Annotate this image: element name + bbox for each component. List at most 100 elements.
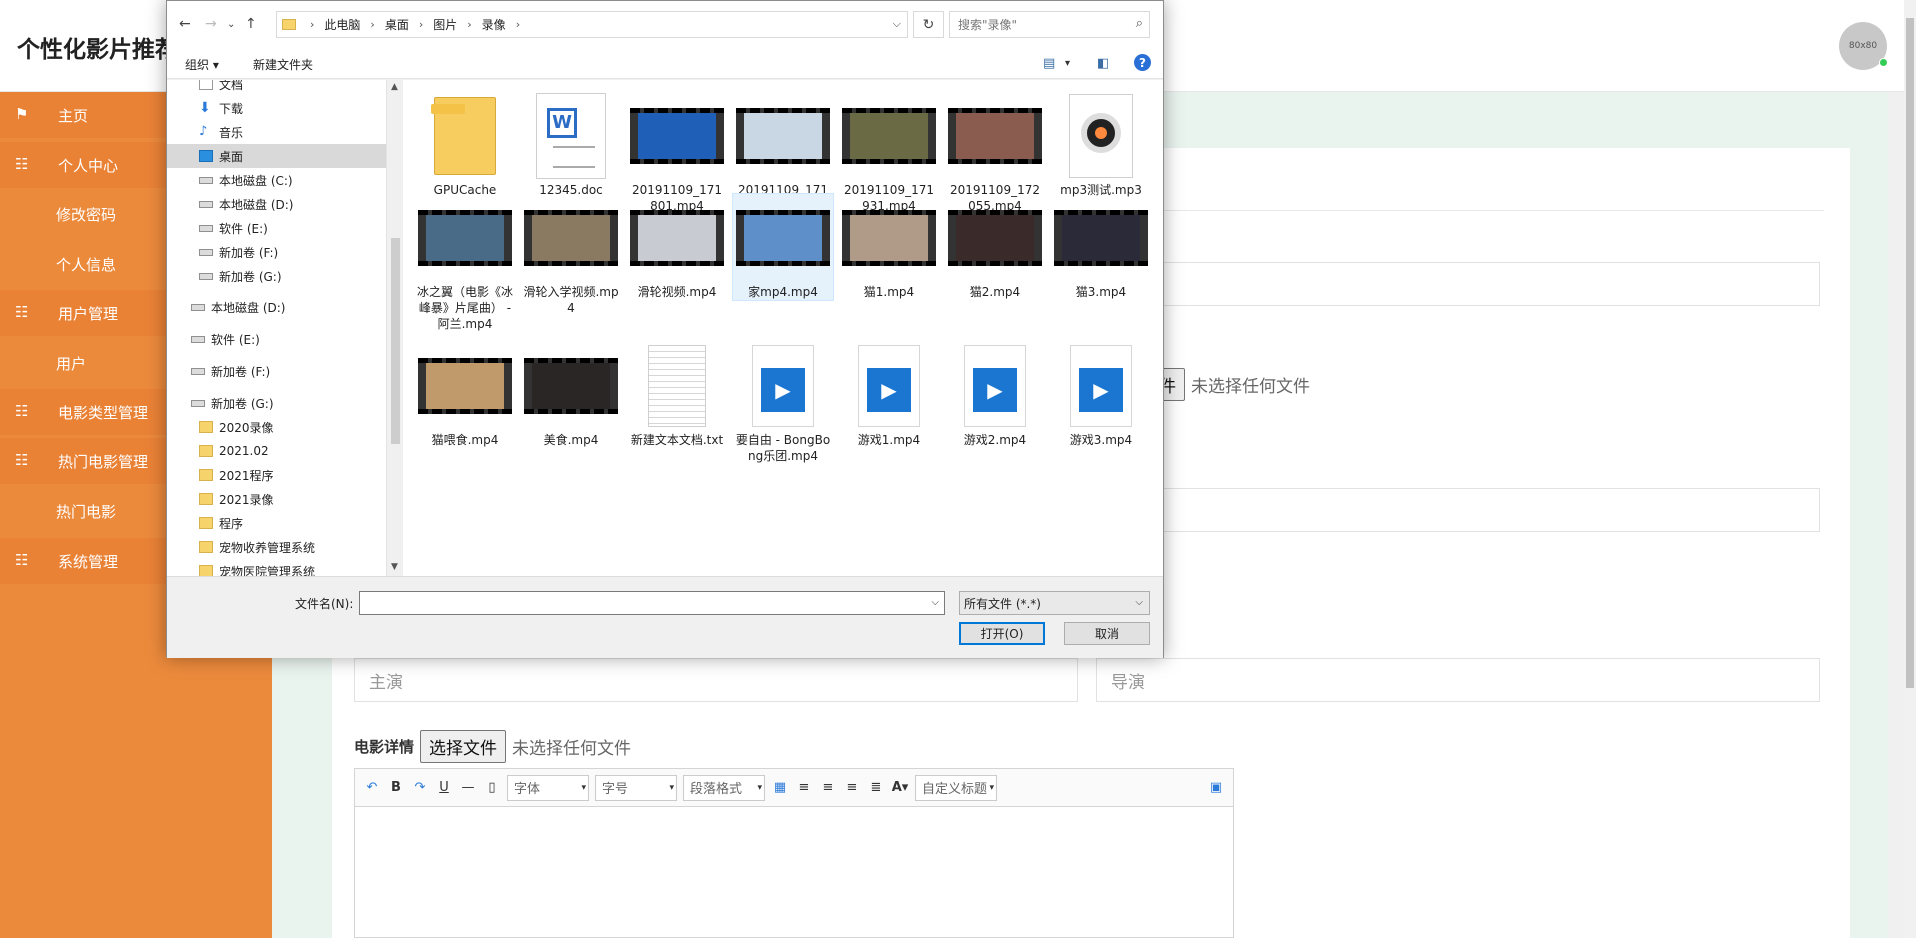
file-item[interactable]: ▶ 游戏2.mp4 — [945, 342, 1045, 448]
tree-item-drive-d-root[interactable]: 本地磁盘 (D:) — [167, 295, 386, 319]
breadcrumb-recordings[interactable]: 录像 — [482, 16, 506, 33]
tree-item-drive-f-root[interactable]: 新加卷 (F:) — [167, 359, 386, 383]
tree-item-drive-g-root[interactable]: 新加卷 (G:) — [167, 391, 386, 415]
table-icon[interactable]: ▦ — [771, 778, 789, 798]
font-family-select[interactable]: 字体 ▾ — [507, 774, 589, 801]
director-input[interactable]: 导演 — [1096, 658, 1820, 702]
back-arrow-icon[interactable]: ← — [179, 16, 191, 32]
chevron-down-icon[interactable]: ⌵ — [931, 597, 939, 608]
scroll-up-icon[interactable]: ▲ — [391, 82, 398, 92]
help-button[interactable]: ? — [1134, 54, 1151, 71]
file-item[interactable]: 滑轮入学视频.mp4 — [521, 194, 621, 316]
page-icon[interactable]: ▯ — [483, 778, 501, 798]
view-options-chevron-icon[interactable]: ▾ — [1065, 58, 1070, 69]
tree-item-drive-f[interactable]: 新加卷 (F:) — [167, 240, 386, 264]
tree-item-folder[interactable]: 2020录像 — [167, 415, 386, 439]
sidebar-item-label: 修改密码 — [56, 205, 117, 224]
tree-scrollbar-thumb[interactable] — [391, 238, 400, 444]
organize-button[interactable]: 组织 ▾ — [185, 56, 219, 73]
page-scrollbar-thumb[interactable] — [1906, 18, 1914, 688]
file-type-select[interactable]: 所有文件 (*.*) ⌵ — [959, 591, 1150, 615]
file-name: 滑轮视频.mp4 — [637, 285, 717, 299]
file-item[interactable]: 猫喂食.mp4 — [415, 342, 515, 448]
tree-scrollbar[interactable]: ▲ ▼ — [386, 80, 403, 576]
tree-item-drive-e[interactable]: 软件 (E:) — [167, 216, 386, 240]
file-item[interactable]: 家mp4.mp4 — [732, 193, 834, 301]
align-center-icon[interactable]: ≡ — [843, 778, 861, 798]
tree-item-folder[interactable]: 2021录像 — [167, 487, 386, 511]
page-scrollbar[interactable] — [1904, 0, 1916, 938]
form-input-middle[interactable] — [1096, 488, 1820, 532]
bold-icon[interactable]: B — [387, 778, 405, 798]
refresh-button[interactable]: ↻ — [913, 11, 944, 38]
address-bar[interactable]: › 此电脑 › 桌面 › 图片 › 录像 › ⌵ — [276, 11, 908, 38]
file-thumbnail — [948, 92, 1042, 180]
video-thumbnail-icon — [736, 210, 830, 266]
file-item[interactable]: GPUCache — [415, 92, 515, 198]
file-item[interactable]: 猫3.mp4 — [1051, 194, 1151, 300]
tree-item-folder[interactable]: 程序 — [167, 511, 386, 535]
tree-item-drive-g[interactable]: 新加卷 (G:) — [167, 264, 386, 288]
search-input[interactable]: 搜索"录像" ⌕ — [949, 11, 1150, 38]
recent-locations-chevron-icon[interactable]: ⌄ — [227, 19, 235, 30]
align-justify-icon[interactable]: ≣ — [867, 778, 885, 798]
horizontal-rule-icon[interactable]: — — [459, 778, 477, 798]
custom-title-select-label: 自定义标题 — [922, 782, 988, 797]
file-item[interactable]: 猫2.mp4 — [945, 194, 1045, 300]
custom-title-select[interactable]: 自定义标题 ▾ — [915, 774, 997, 801]
file-thumbnail — [1054, 92, 1148, 180]
online-status-dot — [1879, 58, 1888, 67]
file-item[interactable]: 新建文本文档.txt — [627, 342, 727, 448]
tree-item-music[interactable]: ♪ 音乐 — [167, 120, 386, 144]
sidebar-item-label: 热门电影管理 — [58, 452, 149, 471]
up-arrow-icon[interactable]: ↑ — [245, 16, 257, 32]
breadcrumb-desktop[interactable]: 桌面 — [385, 16, 409, 33]
chevron-down-icon[interactable]: ⌵ — [893, 17, 901, 31]
file-item[interactable]: ▶ 游戏1.mp4 — [839, 342, 939, 448]
form-input-top[interactable] — [1096, 262, 1820, 306]
tree-item-folder[interactable]: 2021程序 — [167, 463, 386, 487]
new-folder-button[interactable]: 新建文件夹 — [253, 56, 313, 73]
change-view-icon[interactable]: ▤ — [1043, 56, 1055, 71]
file-item[interactable]: W 12345.doc — [521, 92, 621, 198]
font-size-select[interactable]: 字号 ▾ — [595, 774, 677, 801]
align-right-icon[interactable]: ≡ — [819, 778, 837, 798]
tree-item-downloads[interactable]: ⬇ 下载 — [167, 96, 386, 120]
tree-item-drive-e-root[interactable]: 软件 (E:) — [167, 327, 386, 351]
breadcrumb-this-pc[interactable]: 此电脑 — [324, 16, 360, 33]
file-item[interactable]: 美食.mp4 — [521, 342, 621, 448]
file-item[interactable]: 冰之翼（电影《冰峰暴》片尾曲） - 阿兰.mp4 — [415, 194, 515, 332]
scroll-down-icon[interactable]: ▼ — [391, 562, 398, 572]
preview-pane-icon[interactable]: ◧ — [1097, 56, 1109, 71]
filename-input[interactable]: ⌵ — [359, 591, 945, 615]
fullscreen-icon[interactable]: ▣ — [1207, 778, 1225, 798]
tree-item-drive-d[interactable]: 本地磁盘 (D:) — [167, 192, 386, 216]
file-item[interactable]: 滑轮视频.mp4 — [627, 194, 727, 300]
chevron-right-icon: › — [467, 18, 472, 31]
file-item[interactable]: 猫1.mp4 — [839, 194, 939, 300]
align-left-icon[interactable]: ≡ — [795, 778, 813, 798]
tree-item-documents[interactable]: 文档 — [167, 80, 386, 96]
cancel-button[interactable]: 取消 — [1064, 622, 1150, 645]
open-button[interactable]: 打开(O) — [959, 622, 1045, 645]
undo-icon[interactable]: ↶ — [363, 778, 381, 798]
file-item[interactable]: ▶ 要自由 - BongBong乐团.mp4 — [733, 342, 833, 464]
tree-item-label: 音乐 — [219, 125, 244, 140]
tree-item-folder[interactable]: 宠物收养管理系统 — [167, 535, 386, 559]
tree-item-drive-c[interactable]: 本地磁盘 (C:) — [167, 168, 386, 192]
refresh-icon: ↻ — [922, 16, 935, 33]
tree-item-folder[interactable]: 宠物医院管理系统 — [167, 559, 386, 576]
paragraph-format-select[interactable]: 段落格式 ▾ — [683, 774, 765, 801]
breadcrumb-pictures[interactable]: 图片 — [433, 16, 457, 33]
tree-item-desktop[interactable]: 桌面 — [167, 144, 386, 168]
forward-arrow-icon[interactable]: → — [205, 16, 217, 32]
redo-icon[interactable]: ↷ — [411, 778, 429, 798]
tree-item-folder[interactable]: 2021.02 — [167, 439, 386, 463]
file-item[interactable]: ▶ 游戏3.mp4 — [1051, 342, 1151, 448]
search-placeholder: 搜索"录像" — [958, 18, 1018, 32]
font-color-icon[interactable]: A▾ — [891, 778, 909, 798]
underline-icon[interactable]: U — [435, 778, 453, 798]
file-item[interactable]: mp3测试.mp3 — [1051, 92, 1151, 198]
lead-actor-input[interactable]: 主演 — [354, 658, 1078, 702]
choose-file-button[interactable]: 选择文件 — [420, 730, 507, 763]
